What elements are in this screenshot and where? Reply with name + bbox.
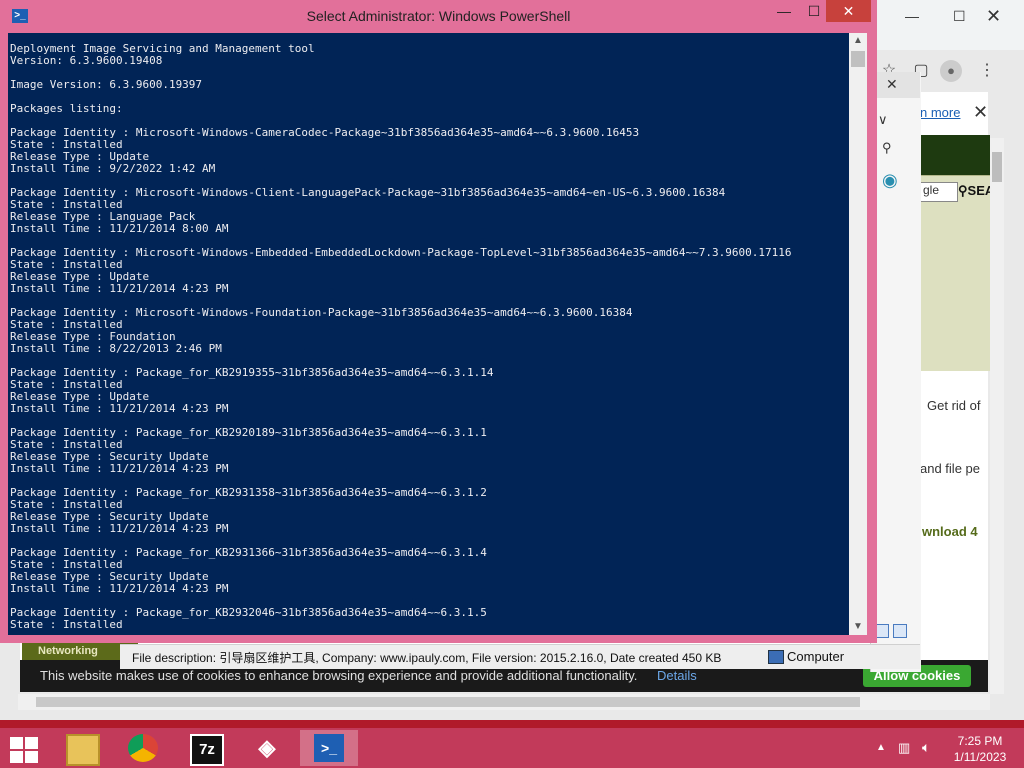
- minimize-button[interactable]: —: [770, 3, 798, 23]
- dialog-close-icon[interactable]: ✕: [886, 76, 898, 93]
- maximize-button[interactable]: ☐: [800, 3, 828, 23]
- 7z-icon: 7z: [190, 734, 224, 766]
- dialog-chevron-icon[interactable]: ∨: [878, 112, 888, 128]
- console-scroll-thumb[interactable]: [851, 51, 865, 67]
- volume-icon[interactable]: 🔈︎: [922, 739, 930, 756]
- file-description-text: File description: 引导扇区维护工具, Company: www…: [132, 651, 722, 665]
- chrome-icon: [128, 734, 158, 762]
- taskbar-tool[interactable]: ◈: [238, 730, 296, 766]
- google-search-input[interactable]: gle: [920, 182, 958, 202]
- infobar-close-icon[interactable]: ✕: [973, 102, 988, 123]
- browser-maximize-button[interactable]: ☐: [953, 8, 966, 25]
- windows-logo-icon: [10, 737, 23, 749]
- dialog-search-icon[interactable]: ⚲: [882, 140, 892, 156]
- console-output-area[interactable]: Deployment Image Servicing and Managemen…: [8, 33, 849, 635]
- cookie-details-link[interactable]: Details: [657, 668, 697, 683]
- profile-avatar[interactable]: ●: [940, 60, 962, 82]
- taskbar-7zip[interactable]: 7z: [176, 730, 234, 766]
- browser-hscroll-thumb[interactable]: [36, 697, 860, 707]
- folder-icon: [66, 734, 100, 766]
- page-text-1: Get rid of: [927, 398, 981, 413]
- diamond-tool-icon: ◈: [258, 735, 276, 760]
- learn-more-link[interactable]: n more: [920, 105, 960, 120]
- browser-scroll-thumb[interactable]: [992, 152, 1002, 182]
- background-dialog: [870, 72, 921, 672]
- computer-icon: [768, 650, 784, 664]
- taskbar-chrome[interactable]: [114, 730, 172, 766]
- window-title: Select Administrator: Windows PowerShell: [306, 8, 571, 24]
- powershell-taskbar-icon: >_: [314, 734, 344, 762]
- taskbar-powershell[interactable]: >_: [300, 730, 358, 766]
- browser-menu-icon[interactable]: ⋮: [976, 60, 998, 82]
- show-hidden-icons-arrow[interactable]: ▲: [876, 742, 886, 753]
- clock-date[interactable]: 1/11/2023: [950, 750, 1010, 764]
- clock-time[interactable]: 7:25 PM: [950, 734, 1010, 748]
- scroll-up-arrow-icon[interactable]: ▲: [849, 33, 867, 49]
- close-button[interactable]: ✕: [826, 0, 871, 22]
- location-label: Computer: [787, 649, 845, 664]
- page-text-2: and file pe: [920, 461, 980, 476]
- browser-vertical-scrollbar[interactable]: [990, 138, 1004, 694]
- taskbar-file-explorer[interactable]: [52, 730, 110, 766]
- console-vertical-scrollbar[interactable]: [849, 33, 867, 635]
- browser-minimize-button[interactable]: —: [905, 8, 919, 24]
- details-view-icon[interactable]: [875, 624, 889, 638]
- shell-icon: ◉: [882, 170, 898, 190]
- scroll-down-arrow-icon[interactable]: ▼: [849, 619, 867, 635]
- download-link[interactable]: wnload 4: [922, 524, 978, 539]
- site-search-button[interactable]: ⚲SEA: [958, 183, 994, 199]
- start-button[interactable]: [8, 735, 40, 763]
- browser-close-button[interactable]: ✕: [986, 6, 1001, 27]
- cookie-message: This website makes use of cookies to enh…: [40, 668, 638, 683]
- console-text: Deployment Image Servicing and Managemen…: [10, 42, 792, 631]
- large-icons-view-icon[interactable]: [893, 624, 907, 638]
- network-icon[interactable]: ▥: [898, 740, 910, 756]
